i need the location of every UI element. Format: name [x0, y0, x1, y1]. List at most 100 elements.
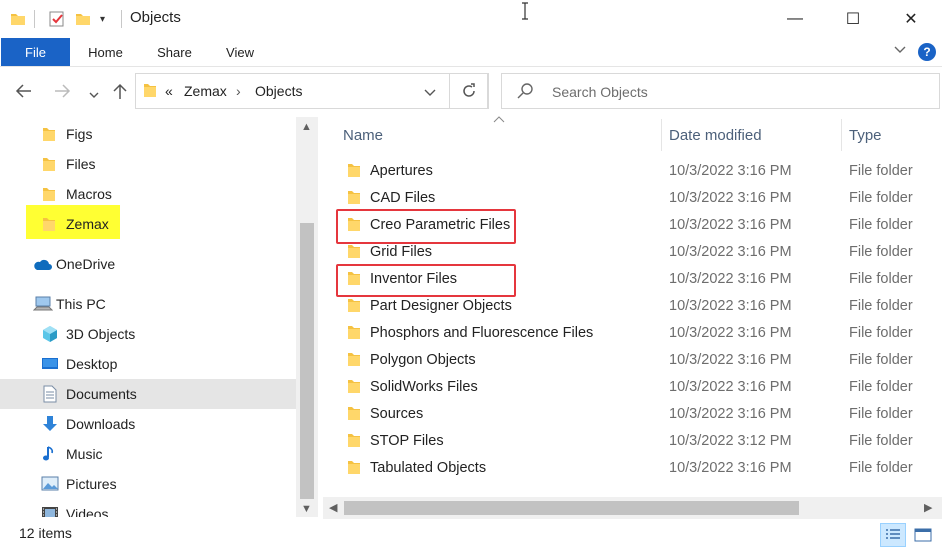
scroll-down-icon[interactable]: ▼	[301, 503, 312, 515]
file-name: SolidWorks Files	[370, 379, 478, 395]
up-arrow-icon[interactable]	[110, 81, 130, 106]
address-dropdown-icon[interactable]	[424, 86, 436, 102]
folder-icon	[347, 297, 363, 313]
file-type: File folder	[849, 352, 913, 368]
recent-locations-icon[interactable]	[88, 85, 100, 106]
tab-view[interactable]: View	[214, 38, 266, 66]
large-icons-view-button[interactable]	[910, 523, 936, 547]
file-date: 10/3/2022 3:16 PM	[669, 460, 792, 476]
scroll-left-icon[interactable]: ◀	[329, 501, 337, 514]
item-count: 12 items	[19, 525, 72, 541]
nav-item-files[interactable]: Files	[0, 149, 296, 179]
new-folder-icon[interactable]	[75, 9, 91, 29]
nav-item-3d-objects[interactable]: 3D Objects	[0, 319, 296, 349]
sort-ascending-icon	[493, 115, 505, 126]
minimize-button[interactable]: —	[766, 0, 824, 38]
forward-arrow-icon[interactable]	[52, 81, 72, 106]
file-row[interactable]: STOP Files 10/3/2022 3:12 PM File folder	[323, 428, 942, 455]
folder-icon	[347, 189, 363, 205]
nav-item-music[interactable]: Music	[0, 439, 296, 469]
nav-item-downloads[interactable]: Downloads	[0, 409, 296, 439]
navigation-bar: « Zemax › Objects	[0, 67, 942, 117]
refresh-button[interactable]	[449, 73, 489, 109]
breadcrumb-zemax[interactable]: Zemax	[184, 83, 227, 99]
status-bar: 12 items	[0, 519, 942, 549]
column-divider[interactable]	[841, 119, 842, 151]
scroll-up-icon[interactable]: ▲	[301, 121, 312, 133]
address-bar[interactable]: « Zemax › Objects	[135, 73, 488, 109]
file-type: File folder	[849, 271, 913, 287]
folder-icon	[347, 432, 363, 448]
file-row[interactable]: SolidWorks Files 10/3/2022 3:16 PM File fo…	[323, 374, 942, 401]
details-view-button[interactable]	[880, 523, 906, 547]
folder-icon	[347, 324, 363, 340]
folder-icon	[40, 215, 58, 233]
file-row[interactable]: Phosphors and Fluorescence Files 10/3/202…	[323, 320, 942, 347]
file-date: 10/3/2022 3:16 PM	[669, 190, 792, 206]
scrollbar-thumb[interactable]	[344, 501, 799, 515]
back-arrow-icon[interactable]	[14, 81, 34, 106]
folder-icon	[347, 162, 363, 178]
navigation-scrollbar[interactable]: ▲ ▼	[296, 117, 318, 517]
file-name: STOP Files	[370, 433, 444, 449]
scroll-right-icon[interactable]: ▶	[924, 501, 932, 514]
nav-item-zemax[interactable]: Zemax	[0, 209, 296, 239]
file-row[interactable]: Tabulated Objects 10/3/2022 3:16 PM File f…	[323, 455, 942, 482]
annotation-box	[336, 209, 516, 244]
folder-icon	[347, 351, 363, 367]
expand-ribbon-icon[interactable]	[893, 42, 907, 59]
large-icons-view-icon	[914, 528, 932, 542]
scrollbar-thumb[interactable]	[300, 223, 314, 499]
nav-item-desktop[interactable]: Desktop	[0, 349, 296, 379]
nav-item-label: OneDrive	[56, 256, 116, 272]
help-icon[interactable]: ?	[918, 43, 936, 61]
file-type: File folder	[849, 406, 913, 422]
file-date: 10/3/2022 3:12 PM	[669, 433, 792, 449]
file-row[interactable]: Apertures 10/3/2022 3:16 PM File folder	[323, 158, 942, 185]
tab-home[interactable]: Home	[78, 38, 133, 66]
column-header-date[interactable]: Date modified	[669, 117, 762, 153]
properties-icon[interactable]	[48, 9, 66, 29]
close-button[interactable]: ✕	[882, 0, 940, 38]
divider	[34, 10, 35, 28]
nav-item-pictures[interactable]: Pictures	[0, 469, 296, 499]
nav-item-documents[interactable]: Documents	[0, 379, 296, 409]
onedrive-icon	[31, 255, 53, 273]
nav-item-figs[interactable]: Figs	[0, 119, 296, 149]
nav-item-label: Zemax	[66, 216, 109, 232]
file-row[interactable]: Part Designer Objects 10/3/2022 3:16 PM Fi…	[323, 293, 942, 320]
search-box[interactable]	[501, 73, 940, 109]
column-divider[interactable]	[661, 119, 662, 151]
search-input[interactable]	[552, 82, 922, 102]
folder-icon	[40, 185, 58, 203]
maximize-button[interactable]: ☐	[824, 0, 882, 38]
file-row[interactable]: CAD Files 10/3/2022 3:16 PM File folder	[323, 185, 942, 212]
file-name: Part Designer Objects	[370, 298, 512, 314]
nav-item-this-pc[interactable]: This PC	[0, 289, 296, 319]
breadcrumb-overflow[interactable]: «	[165, 83, 173, 99]
breadcrumb-objects[interactable]: Objects	[255, 83, 302, 99]
file-type: File folder	[849, 298, 913, 314]
nav-item-label: Figs	[66, 126, 93, 142]
file-row[interactable]: Sources 10/3/2022 3:16 PM File folder	[323, 401, 942, 428]
nav-item-label: This PC	[56, 296, 106, 312]
customize-toolbar-icon[interactable]: ▾	[100, 9, 105, 29]
file-date: 10/3/2022 3:16 PM	[669, 379, 792, 395]
column-header-type[interactable]: Type	[849, 117, 882, 153]
column-header-name[interactable]: Name	[343, 117, 383, 153]
file-date: 10/3/2022 3:16 PM	[669, 163, 792, 179]
nav-item-label: 3D Objects	[66, 326, 136, 342]
nav-item-macros[interactable]: Macros	[0, 179, 296, 209]
tab-share[interactable]: Share	[146, 38, 203, 66]
search-icon	[517, 82, 535, 103]
file-type: File folder	[849, 325, 913, 341]
nav-item-onedrive[interactable]: OneDrive	[0, 249, 296, 279]
tab-file[interactable]: File	[1, 38, 70, 66]
folder-icon	[40, 155, 58, 173]
file-list-scrollbar[interactable]: ◀ ▶	[323, 497, 942, 519]
nav-item-label: Macros	[66, 186, 112, 202]
nav-item-videos[interactable]: Videos	[0, 499, 296, 517]
file-row[interactable]: Polygon Objects 10/3/2022 3:16 PM File fol…	[323, 347, 942, 374]
breadcrumb-separator[interactable]: ›	[236, 83, 241, 99]
nav-item-label: Downloads	[66, 416, 136, 432]
